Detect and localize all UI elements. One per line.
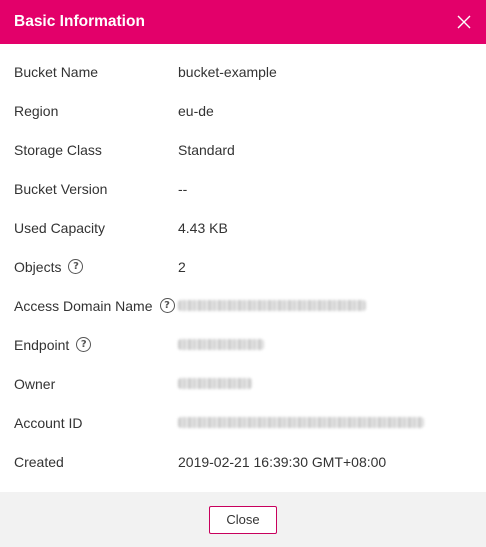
row-owner: Owner — [0, 364, 486, 403]
label-bucket-name: Bucket Name — [14, 63, 99, 80]
dialog-footer: Close — [0, 492, 486, 547]
value-bucket-version: -- — [178, 180, 188, 197]
row-region: Region eu-de — [0, 91, 486, 130]
label-storage-class: Storage Class — [14, 141, 102, 158]
dialog-header: Basic Information — [0, 0, 486, 44]
help-icon[interactable]: ? — [68, 259, 84, 274]
value-used-capacity: 4.43 KB — [178, 219, 228, 236]
row-account-id: Account ID — [0, 403, 486, 442]
label-objects: Objects — [14, 258, 62, 275]
label-objects-wrap: Objects ? — [0, 259, 178, 275]
row-used-capacity: Used Capacity 4.43 KB — [0, 208, 486, 247]
value-objects: 2 — [178, 258, 186, 275]
value-created: 2019-02-21 16:39:30 GMT+08:00 — [178, 453, 387, 470]
row-objects: Objects ? 2 — [0, 247, 486, 286]
label-access-domain-name: Access Domain Name — [14, 297, 153, 314]
row-storage-class: Storage Class Standard — [0, 130, 486, 169]
help-icon[interactable]: ? — [76, 337, 92, 352]
label-bucket-version: Bucket Version — [14, 180, 108, 197]
redacted-value — [178, 300, 366, 311]
label-owner: Owner — [14, 375, 56, 392]
label-created: Created — [14, 453, 64, 470]
row-bucket-version: Bucket Version -- — [0, 169, 486, 208]
dialog-title: Basic Information — [14, 13, 145, 30]
redacted-value — [178, 339, 264, 350]
value-storage-class: Standard — [178, 141, 235, 158]
row-created: Created 2019-02-21 16:39:30 GMT+08:00 — [0, 442, 486, 481]
value-bucket-name: bucket-example — [178, 63, 277, 80]
help-icon[interactable]: ? — [159, 298, 175, 313]
label-access-domain-wrap: Access Domain Name ? — [0, 298, 178, 314]
label-used-capacity: Used Capacity — [14, 219, 106, 236]
redacted-value — [178, 417, 424, 428]
label-account-id: Account ID — [14, 414, 83, 431]
basic-information-dialog: Basic Information Bucket Name bucket-exa… — [0, 0, 486, 547]
label-endpoint: Endpoint — [14, 336, 70, 353]
close-button[interactable]: Close — [209, 505, 277, 534]
row-endpoint: Endpoint ? — [0, 325, 486, 364]
row-access-domain-name: Access Domain Name ? — [0, 286, 486, 325]
value-region: eu-de — [178, 102, 214, 119]
label-region: Region — [14, 102, 59, 119]
close-icon[interactable] — [454, 12, 474, 32]
info-list: Bucket Name bucket-example Region eu-de … — [0, 44, 486, 481]
redacted-value — [178, 378, 252, 389]
row-bucket-name: Bucket Name bucket-example — [0, 52, 486, 91]
label-endpoint-wrap: Endpoint ? — [0, 337, 178, 353]
